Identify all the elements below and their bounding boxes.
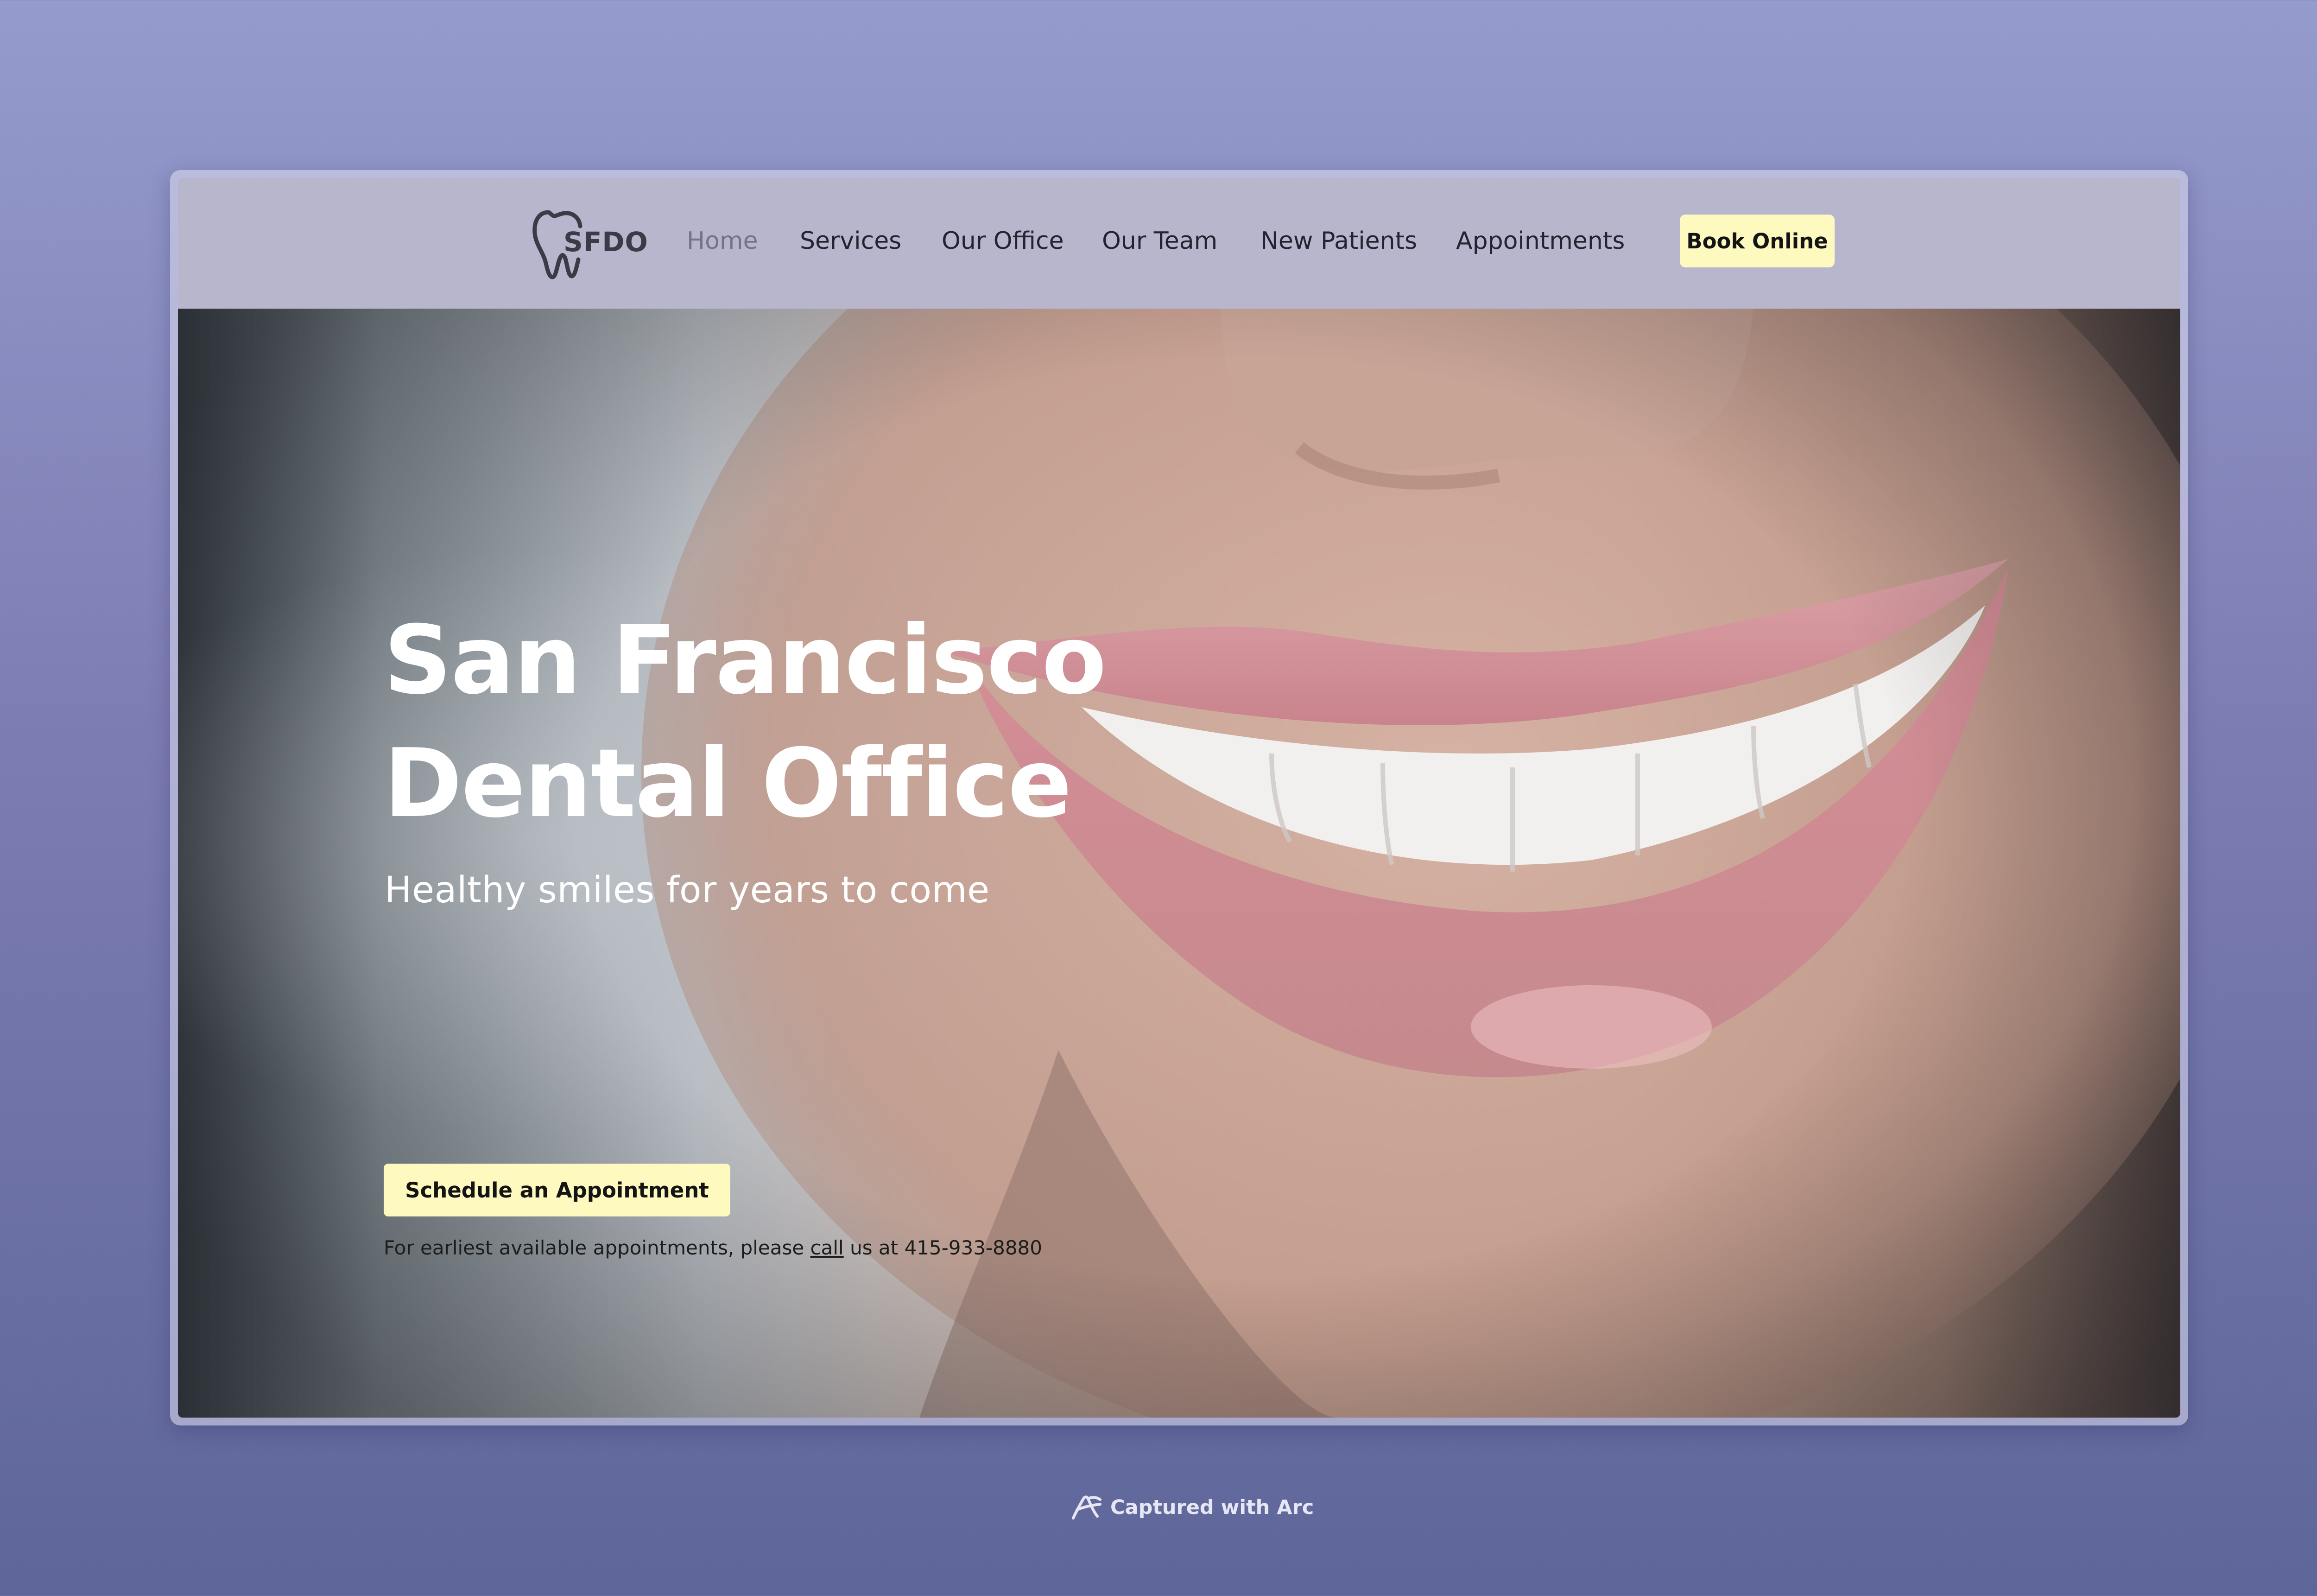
schedule-appointment-button[interactable]: Schedule an Appointment <box>384 1164 730 1216</box>
hero-subtitle: Healthy smiles for years to come <box>385 869 990 911</box>
site-logo[interactable]: SFDO <box>530 208 651 280</box>
hero-title: San Francisco Dental Office <box>384 599 1310 846</box>
nav-item-new-patients[interactable]: New Patients <box>1260 229 1417 253</box>
call-link[interactable]: call <box>810 1236 844 1259</box>
hero-title-line-2: Dental Office <box>384 728 1072 839</box>
site-header: SFDO Home Services Our Office Our Team N… <box>178 178 2180 309</box>
appointment-note: For earliest available appointments, ple… <box>384 1236 1042 1259</box>
hero-section: San Francisco Dental Office Healthy smil… <box>178 309 2180 1418</box>
book-online-button[interactable]: Book Online <box>1680 215 1835 267</box>
logo-text: SFDO <box>563 226 648 258</box>
capture-badge: Captured with Arc <box>1070 1492 1314 1523</box>
nav-item-our-team[interactable]: Our Team <box>1102 229 1217 253</box>
hero-title-line-1: San Francisco <box>384 605 1107 716</box>
capture-text: Captured with Arc <box>1110 1496 1314 1519</box>
note-suffix: us at 415-933-8880 <box>843 1236 1043 1259</box>
browser-frame: SFDO Home Services Our Office Our Team N… <box>170 170 2188 1425</box>
browser-window: SFDO Home Services Our Office Our Team N… <box>178 178 2180 1418</box>
nav-item-appointments[interactable]: Appointments <box>1456 229 1625 253</box>
nav-item-our-office[interactable]: Our Office <box>942 229 1064 253</box>
note-prefix: For earliest available appointments, ple… <box>384 1236 810 1259</box>
arc-icon <box>1072 1495 1102 1520</box>
nav-item-home[interactable]: Home <box>687 229 758 253</box>
nav-item-services[interactable]: Services <box>800 229 901 253</box>
